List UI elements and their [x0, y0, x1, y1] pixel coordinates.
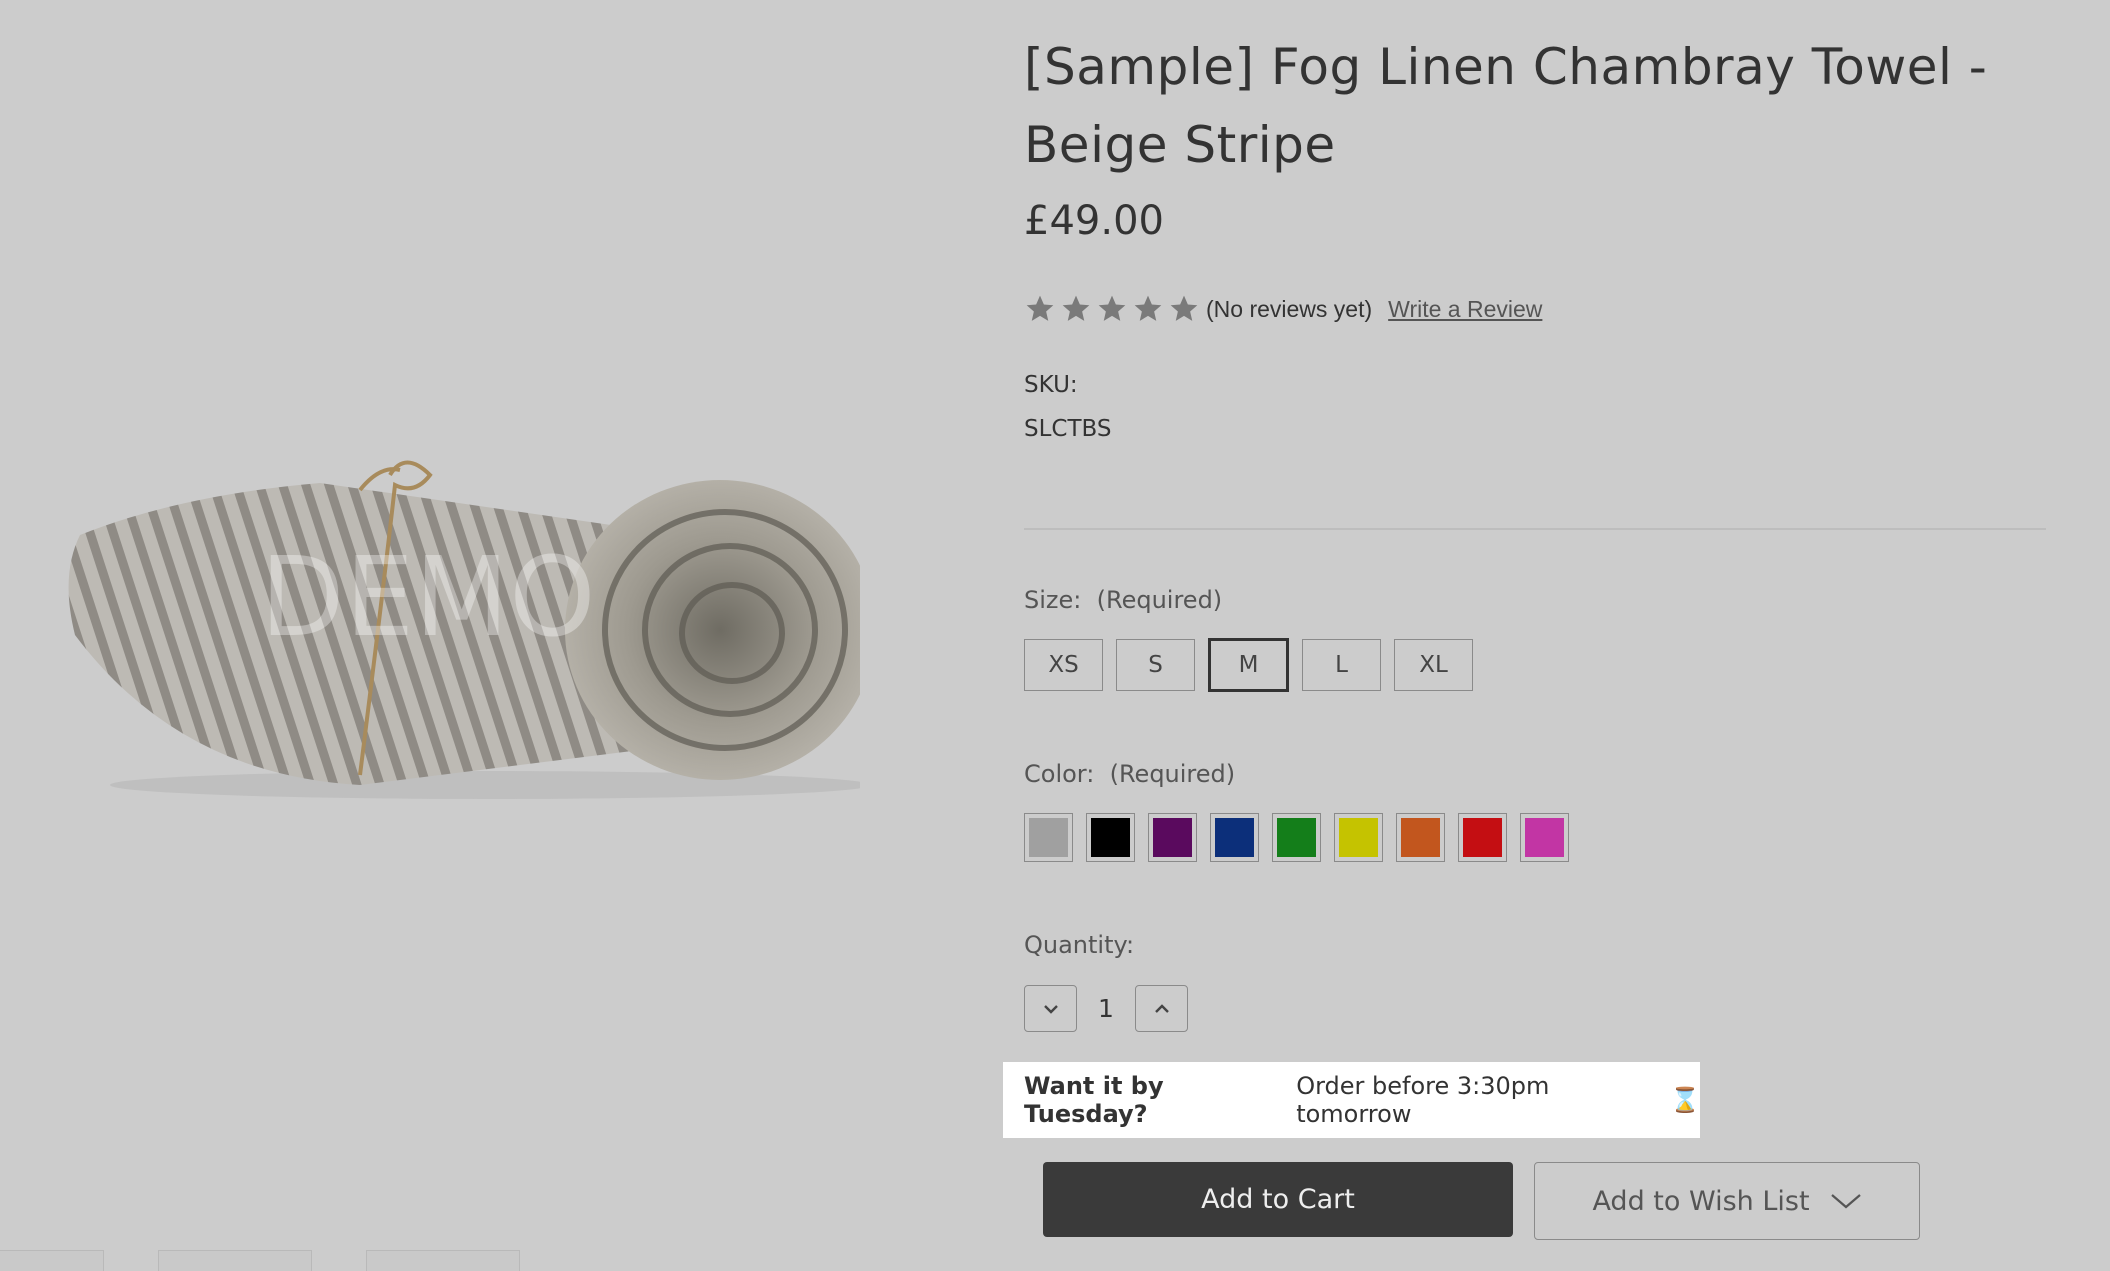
color-swatch[interactable]	[1086, 813, 1135, 862]
quantity-increase-button[interactable]	[1135, 985, 1188, 1032]
add-to-cart-button[interactable]: Add to Cart	[1043, 1162, 1513, 1237]
color-swatch[interactable]	[1334, 813, 1383, 862]
star-rating	[1024, 293, 1200, 325]
thumbnail[interactable]	[0, 1250, 104, 1271]
size-options: XS S M L XL	[1024, 638, 1473, 692]
size-option-xl[interactable]: XL	[1394, 639, 1473, 691]
reviews-count: (No reviews yet)	[1206, 295, 1373, 322]
towel-illustration: DEMO	[68, 460, 860, 799]
thumbnail[interactable]	[366, 1250, 520, 1271]
color-swatches	[1024, 813, 1569, 862]
quantity-input[interactable]: 1	[1077, 994, 1135, 1023]
star-icon	[1060, 293, 1092, 325]
color-swatch[interactable]	[1458, 813, 1507, 862]
star-icon	[1132, 293, 1164, 325]
product-title: [Sample] Fog Linen Chambray Towel - Beig…	[1024, 38, 1988, 174]
sku-label: SKU:	[1024, 372, 1078, 398]
thumbnail[interactable]	[158, 1250, 312, 1271]
color-swatch[interactable]	[1272, 813, 1321, 862]
chevron-down-icon	[1043, 1004, 1058, 1014]
color-swatch[interactable]	[1024, 813, 1073, 862]
delivery-headline: Want it by Tuesday?	[1024, 1072, 1164, 1128]
add-to-wishlist-button[interactable]: Add to Wish List	[1534, 1162, 1920, 1240]
delivery-text: Order before 3:30pm tomorrow	[1296, 1072, 1550, 1128]
write-review-link[interactable]: Write a Review	[1388, 296, 1542, 323]
wishlist-label: Add to Wish List	[1592, 1185, 1810, 1217]
quantity-stepper: 1	[1024, 985, 1188, 1032]
color-swatch[interactable]	[1520, 813, 1569, 862]
rating-row: (No reviews yet) Write a Review	[1024, 290, 1542, 328]
color-label: Color: (Required)	[1024, 760, 1235, 788]
size-required: (Required)	[1096, 586, 1223, 614]
quantity-decrease-button[interactable]	[1024, 985, 1077, 1032]
product-image[interactable]: DEMO	[60, 455, 860, 810]
size-option-m[interactable]: M	[1208, 638, 1289, 692]
size-option-l[interactable]: L	[1302, 639, 1381, 691]
color-required: (Required)	[1109, 760, 1236, 788]
star-icon	[1024, 293, 1056, 325]
chevron-down-icon[interactable]	[1830, 1192, 1862, 1210]
star-icon	[1096, 293, 1128, 325]
sku-value: SLCTBS	[1024, 416, 1112, 442]
size-label: Size: (Required)	[1024, 586, 1222, 614]
size-option-xs[interactable]: XS	[1024, 639, 1103, 691]
size-option-s[interactable]: S	[1116, 639, 1195, 691]
product-price: £49.00	[1024, 198, 1164, 244]
divider	[1024, 528, 2046, 530]
color-swatch[interactable]	[1148, 813, 1197, 862]
hourglass-icon: ⌛	[1670, 1086, 1700, 1114]
delivery-banner: Want it by Tuesday? Order before 3:30pm …	[1003, 1062, 1700, 1138]
size-label-text: Size:	[1024, 586, 1082, 614]
color-swatch[interactable]	[1210, 813, 1259, 862]
star-icon	[1168, 293, 1200, 325]
quantity-label: Quantity:	[1024, 931, 1135, 959]
chevron-up-icon	[1154, 1003, 1169, 1013]
color-swatch[interactable]	[1396, 813, 1445, 862]
color-label-text: Color:	[1024, 760, 1095, 788]
demo-watermark: DEMO	[260, 533, 596, 661]
